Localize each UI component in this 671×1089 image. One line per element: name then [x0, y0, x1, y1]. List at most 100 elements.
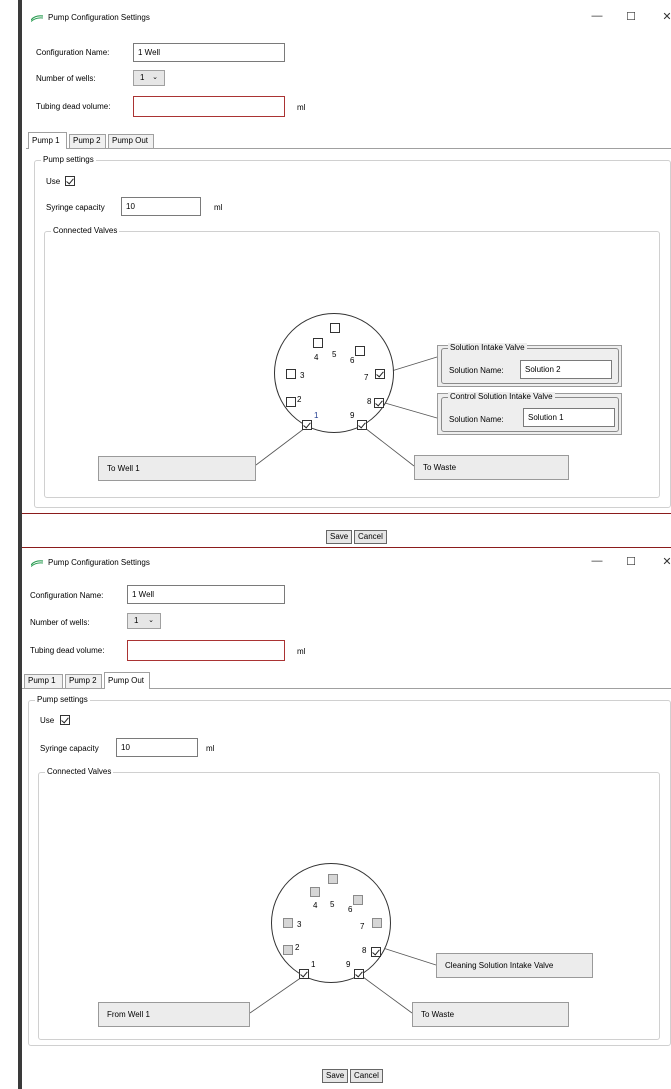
minimize-icon[interactable]: — — [590, 555, 604, 567]
port-5-label: 5 — [332, 350, 337, 359]
tab-pump-out[interactable]: Pump Out — [108, 134, 154, 148]
port-8-checkbox[interactable] — [374, 398, 384, 408]
port-9-checkbox[interactable] — [357, 420, 367, 430]
window-left-edge — [18, 545, 22, 1089]
to-waste-box: To Waste — [412, 1002, 569, 1027]
port-1-checkbox[interactable] — [302, 420, 312, 430]
cancel-button[interactable]: Cancel — [350, 1069, 383, 1083]
pump-config-window-2: Pump Configuration Settings — ☐ ✕ Config… — [0, 545, 671, 1089]
tab-pump-out[interactable]: Pump Out — [104, 672, 150, 689]
wells-label: Number of wells: — [36, 74, 96, 83]
port-6-checkbox[interactable] — [355, 346, 365, 356]
config-name-input[interactable]: 1 Well — [127, 585, 285, 604]
port-8-checkbox[interactable] — [371, 947, 381, 957]
config-name-label: Configuration Name: — [36, 48, 110, 57]
port-4-checkbox[interactable] — [313, 338, 323, 348]
syringe-label: Syringe capacity — [40, 744, 99, 753]
port-6-label: 6 — [348, 905, 353, 914]
pump-config-window-1: Pump Configuration Settings — ☐ ✕ Config… — [0, 0, 671, 545]
close-icon[interactable]: ✕ — [660, 10, 671, 23]
wells-select-value: 1 — [134, 616, 139, 625]
tab-divider — [26, 148, 671, 149]
port-7-label: 7 — [364, 373, 369, 382]
config-name-label: Configuration Name: — [30, 591, 104, 600]
port-3-checkbox[interactable] — [286, 369, 296, 379]
wells-select[interactable]: 1 ⌄ — [133, 70, 165, 86]
connected-valves-label: Connected Valves — [51, 226, 120, 235]
port-4-checkbox[interactable] — [310, 887, 320, 897]
cancel-button[interactable]: Cancel — [354, 530, 387, 544]
port-1-label: 1 — [314, 411, 319, 420]
control-solution-name-label: Solution Name: — [449, 415, 504, 424]
window-title: Pump Configuration Settings — [48, 558, 150, 567]
port-6-label: 6 — [350, 356, 355, 365]
app-icon — [31, 560, 43, 567]
port-2-checkbox[interactable] — [283, 945, 293, 955]
solution-1-input[interactable]: Solution 1 — [523, 408, 615, 427]
syringe-input[interactable]: 10 — [121, 197, 201, 216]
tubing-unit: ml — [297, 647, 306, 656]
tab-pump-2[interactable]: Pump 2 — [65, 674, 102, 688]
use-label: Use — [46, 177, 61, 186]
pump-settings-label: Pump settings — [35, 695, 90, 704]
wells-label: Number of wells: — [30, 618, 90, 627]
save-button[interactable]: Save — [322, 1069, 349, 1083]
port-3-label: 3 — [297, 920, 302, 929]
port-4-label: 4 — [313, 901, 318, 910]
port-8-label: 8 — [362, 946, 367, 955]
tab-pump-1[interactable]: Pump 1 — [28, 132, 67, 149]
use-checkbox[interactable] — [60, 715, 70, 725]
port-9-label: 9 — [346, 960, 351, 969]
title-bar[interactable]: Pump Configuration Settings — ☐ ✕ — [22, 555, 671, 573]
window-title: Pump Configuration Settings — [48, 13, 150, 22]
solution-name-label: Solution Name: — [449, 366, 504, 375]
tab-pump-1[interactable]: Pump 1 — [24, 674, 63, 688]
cleaning-intake-box: Cleaning Solution Intake Valve — [436, 953, 593, 978]
port-2-label: 2 — [295, 943, 300, 952]
tubing-input[interactable] — [133, 96, 285, 117]
from-well-box: From Well 1 — [98, 1002, 250, 1027]
port-7-checkbox[interactable] — [375, 369, 385, 379]
connected-valves-label: Connected Valves — [45, 767, 114, 776]
solution-intake-label: Solution Intake Valve — [448, 343, 527, 352]
use-checkbox[interactable] — [65, 176, 75, 186]
port-1-checkbox[interactable] — [299, 969, 309, 979]
use-label: Use — [40, 716, 55, 725]
maximize-icon[interactable]: ☐ — [624, 10, 638, 23]
chevron-down-icon: ⌄ — [148, 617, 154, 624]
port-2-checkbox[interactable] — [286, 397, 296, 407]
window-separator — [22, 513, 671, 514]
wells-select[interactable]: 1 ⌄ — [127, 613, 161, 629]
close-icon[interactable]: ✕ — [660, 555, 671, 568]
window-top-border — [22, 547, 671, 548]
save-button[interactable]: Save — [326, 530, 353, 544]
port-5-label: 5 — [330, 900, 335, 909]
port-9-label: 9 — [350, 411, 355, 420]
port-3-checkbox[interactable] — [283, 918, 293, 928]
wells-select-value: 1 — [140, 73, 145, 82]
tubing-input[interactable] — [127, 640, 285, 661]
port-3-label: 3 — [300, 371, 305, 380]
config-name-input[interactable]: 1 Well — [133, 43, 285, 62]
tab-pump-2[interactable]: Pump 2 — [69, 134, 106, 148]
maximize-icon[interactable]: ☐ — [624, 555, 638, 568]
to-waste-box: To Waste — [414, 455, 569, 480]
control-intake-label: Control Solution Intake Valve — [448, 392, 555, 401]
tubing-unit: ml — [297, 103, 306, 112]
port-7-checkbox[interactable] — [372, 918, 382, 928]
port-8-label: 8 — [367, 397, 372, 406]
chevron-down-icon: ⌄ — [152, 74, 158, 81]
syringe-label: Syringe capacity — [46, 203, 105, 212]
solution-2-input[interactable]: Solution 2 — [520, 360, 612, 379]
app-icon — [31, 15, 43, 22]
port-2-label: 2 — [297, 395, 302, 404]
syringe-unit: ml — [206, 744, 215, 753]
port-6-checkbox[interactable] — [353, 895, 363, 905]
port-5-checkbox[interactable] — [328, 874, 338, 884]
port-5-checkbox[interactable] — [330, 323, 340, 333]
tubing-label: Tubing dead volume: — [30, 646, 105, 655]
minimize-icon[interactable]: — — [590, 10, 604, 22]
title-bar[interactable]: Pump Configuration Settings — ☐ ✕ — [22, 10, 671, 28]
syringe-input[interactable]: 10 — [116, 738, 198, 757]
port-9-checkbox[interactable] — [354, 969, 364, 979]
